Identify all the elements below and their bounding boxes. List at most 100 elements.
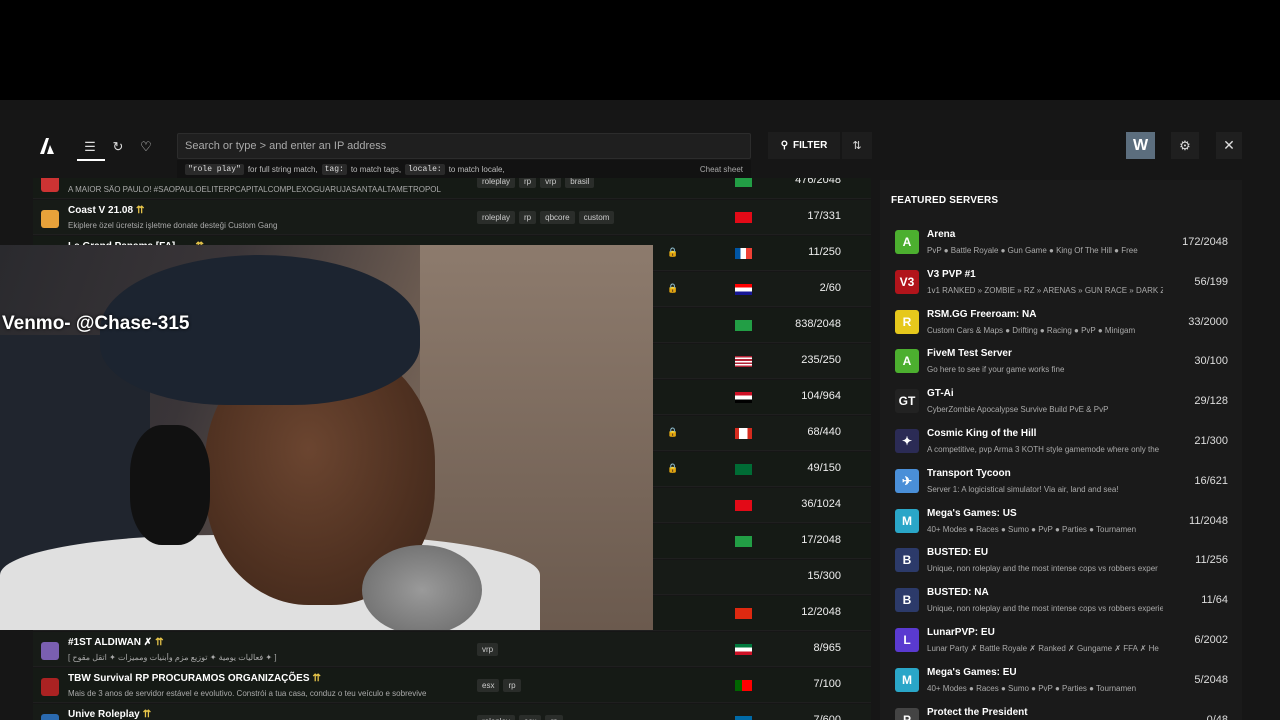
featured-servers-title: FEATURED SERVERS <box>891 195 999 206</box>
player-count: 838/2048 <box>795 318 841 330</box>
server-icon <box>41 678 59 696</box>
server-row[interactable]: #1ST ALDIWAN ✗ ⇈ [ فعاليات يومية ✦ توزيع م… <box>33 632 871 667</box>
featured-server-item[interactable]: R RSM.GG Freeroam: NA Custom Cars & Maps ●… <box>880 301 1242 341</box>
cheat-sheet-link[interactable]: Cheat sheet <box>700 165 743 174</box>
server-name: #1ST ALDIWAN ✗ ⇈ <box>68 637 164 648</box>
featured-server-name: GT-Ai <box>927 388 954 400</box>
server-tag[interactable]: roleplay <box>477 715 516 720</box>
server-name: TBW Survival RP PROCURAMOS ORGANIZAÇÕES ⇈ <box>68 673 321 684</box>
country-flag-icon <box>735 644 752 655</box>
user-avatar-button[interactable]: W <box>1126 132 1155 159</box>
server-row[interactable]: A MAIOR SÃO PAULO! #SAOPAULOELITERPCAPIT… <box>33 178 871 199</box>
lock-icon: 🔒 <box>667 247 679 257</box>
fivem-logo-icon[interactable] <box>38 137 56 155</box>
server-tag[interactable]: rp <box>503 679 521 692</box>
featured-server-player-count: 172/2048 <box>1182 236 1228 248</box>
featured-server-name: Mega's Games: EU <box>927 666 1017 678</box>
featured-server-icon-text: A <box>902 354 912 369</box>
featured-server-description: 40+ Modes ● Races ● Sumo ● PvP ● Parties… <box>927 683 1137 693</box>
featured-server-description: CyberZombie Apocalypse Survive Build PvE… <box>927 405 1109 415</box>
featured-server-item[interactable]: B BUSTED: EU Unique, non roleplay and the … <box>880 539 1242 579</box>
country-flag-icon <box>735 178 752 187</box>
featured-server-player-count: 5/2048 <box>1194 673 1228 686</box>
server-tag[interactable]: rp <box>519 211 537 224</box>
featured-server-icon: ✦ <box>895 429 919 453</box>
sort-button[interactable]: ⇅ <box>842 132 872 159</box>
featured-server-item[interactable]: ✦ Cosmic King of the Hill A competitive, p… <box>880 420 1242 460</box>
close-button[interactable]: ✕ <box>1216 132 1242 159</box>
featured-server-icon: M <box>895 667 919 692</box>
featured-server-icon: B <box>895 548 919 573</box>
server-tag[interactable]: custom <box>578 211 615 224</box>
country-flag-icon <box>735 428 752 439</box>
featured-server-item[interactable]: ✈ Transport Tycoon Server 1: A logicistica… <box>880 460 1242 500</box>
hint-text: to match locale, <box>448 164 505 174</box>
server-tag[interactable]: esx <box>519 715 542 720</box>
server-tag[interactable]: qbcore <box>540 211 575 224</box>
featured-server-icon-text: B <box>902 553 912 568</box>
country-flag-icon <box>735 680 752 691</box>
filter-icon: ⚲ <box>780 140 789 151</box>
player-count: 235/250 <box>801 354 841 366</box>
player-count: 15/300 <box>807 570 841 582</box>
player-count: 8/965 <box>813 642 841 654</box>
close-icon: ✕ <box>1223 137 1235 153</box>
country-flag-icon <box>735 464 752 475</box>
server-tags: roleplayesxrp <box>477 715 563 720</box>
hint-kbd: "role play" <box>185 163 244 175</box>
server-tag[interactable]: roleplay <box>477 211 516 224</box>
featured-server-description: 40+ Modes ● Races ● Sumo ● PvP ● Parties… <box>927 524 1137 534</box>
featured-server-item[interactable]: M Mega's Games: US 40+ Modes ● Races ● Sum… <box>880 500 1242 540</box>
search-input[interactable]: Search or type > and enter an IP address <box>177 133 751 159</box>
list-icon[interactable]: ☰ <box>79 136 101 158</box>
featured-server-icon: R <box>895 309 919 334</box>
player-count: 7/100 <box>813 678 841 690</box>
lock-icon: 🔒 <box>667 463 679 473</box>
hint-text: for full string match, <box>247 164 318 174</box>
country-flag-icon <box>735 356 752 367</box>
history-icon[interactable]: ↻ <box>107 136 129 158</box>
server-tag[interactable]: vrp <box>540 178 562 188</box>
featured-server-icon: A <box>895 230 919 254</box>
featured-server-icon-text: M <box>902 672 912 687</box>
featured-server-item[interactable]: A FiveM Test Server Go here to see if your… <box>880 340 1242 380</box>
search-placeholder: Search or type > and enter an IP address <box>185 140 387 152</box>
featured-server-item[interactable]: P Protect the President 0/48 <box>880 699 1242 720</box>
featured-server-icon: V3 <box>895 269 919 294</box>
server-tag[interactable]: rp <box>519 178 537 188</box>
search-hints: "role play" for full string match, tag: … <box>177 160 751 178</box>
server-row[interactable]: Coast V 21.08 ⇈ Ekiplere özel ücretsiz işl… <box>33 200 871 235</box>
server-tag[interactable]: roleplay <box>477 178 516 188</box>
server-row[interactable]: TBW Survival RP PROCURAMOS ORGANIZAÇÕES ⇈… <box>33 668 871 703</box>
server-tag[interactable]: brasil <box>565 178 595 188</box>
featured-server-item[interactable]: B BUSTED: NA Unique, non roleplay and the … <box>880 579 1242 619</box>
boost-bolt-icon: ⇈ <box>312 673 321 684</box>
featured-server-name: BUSTED: EU <box>927 547 989 559</box>
server-description: Ekiplere özel ücretsiz işletme donate de… <box>68 221 278 230</box>
filter-button[interactable]: ⚲ FILTER <box>768 132 840 159</box>
featured-server-icon-text: V3 <box>899 274 915 289</box>
featured-server-icon: P <box>895 707 919 720</box>
player-count: 476/2048 <box>795 178 841 186</box>
featured-server-name: Arena <box>927 229 956 240</box>
featured-server-item[interactable]: L LunarPVP: EU Lunar Party ✗ Battle Royale… <box>880 619 1242 659</box>
featured-server-player-count: 11/2048 <box>1189 514 1228 527</box>
featured-server-item[interactable]: M Mega's Games: EU 40+ Modes ● Races ● Sum… <box>880 659 1242 699</box>
server-tag[interactable]: esx <box>477 679 500 692</box>
server-row[interactable]: Unive Roleplay⇈ roleplayesxrp 7/600 <box>33 704 871 720</box>
featured-server-name: LunarPVP: EU <box>927 627 995 638</box>
settings-button[interactable]: ⚙ <box>1171 132 1199 159</box>
player-count: 104/964 <box>801 390 841 402</box>
server-tag[interactable]: rp <box>545 715 563 720</box>
server-icon <box>41 642 59 660</box>
server-tag[interactable]: vrp <box>477 643 499 656</box>
country-flag-icon <box>735 500 752 511</box>
featured-server-icon-text: ✦ <box>901 434 913 448</box>
featured-server-item[interactable]: GT GT-Ai CyberZombie Apocalypse Survive Bu… <box>880 380 1242 420</box>
featured-server-item[interactable]: V3 V3 PVP #1 1v1 RANKED » ZOMBIE » RZ » AR… <box>880 261 1242 301</box>
featured-server-item[interactable]: A Arena PvP ● Battle Royale ● Gun Game ● K… <box>880 221 1242 261</box>
featured-server-player-count: 21/300 <box>1194 435 1228 447</box>
favorites-heart-icon[interactable]: ♡ <box>135 136 157 158</box>
player-count: 68/440 <box>807 426 841 438</box>
country-flag-icon <box>735 248 752 259</box>
